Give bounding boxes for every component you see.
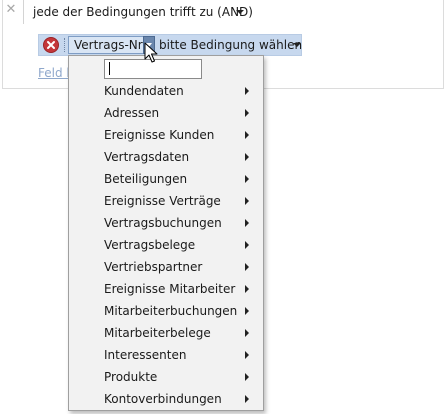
chevron-right-icon — [245, 285, 249, 293]
menu-item-label: Beteiligungen — [104, 172, 188, 186]
menu-item[interactable]: Ereignisse Mitarbeiter — [69, 278, 263, 300]
field-dropdown-menu: Kundendaten Adressen Ereignisse Kunden Vert… — [68, 55, 264, 411]
remove-condition-icon[interactable] — [43, 37, 59, 53]
chevron-down-icon[interactable] — [236, 10, 244, 14]
menu-search-input[interactable] — [104, 59, 202, 79]
menu-item[interactable]: Vertragsbelege — [69, 234, 263, 256]
menu-item[interactable]: Vertriebspartner — [69, 256, 263, 278]
menu-item[interactable]: Mitarbeiterbelege — [69, 322, 263, 344]
chevron-right-icon — [245, 87, 249, 95]
condition-row: Vertrags-Nr bitte Bedingung wählen — [38, 34, 302, 56]
filter-editor: ✕ jede der Bedingungen trifft zu (AND) V… — [0, 0, 446, 414]
menu-item-label: Mitarbeiterbelege — [104, 326, 211, 340]
menu-item[interactable]: Vertragsbuchungen — [69, 212, 263, 234]
menu-item-label: Interessenten — [104, 348, 187, 362]
menu-item-label: Mitarbeiterbuchungen — [104, 304, 238, 318]
drag-handle[interactable] — [64, 38, 67, 52]
chevron-right-icon — [245, 153, 249, 161]
chevron-right-icon — [245, 219, 249, 227]
add-field-link[interactable]: Feld hinzufügen — [38, 66, 68, 80]
chevron-down-icon — [146, 43, 152, 47]
menu-item[interactable]: Mitarbeiterbuchungen — [69, 300, 263, 322]
header-divider — [23, 0, 24, 24]
menu-item-label: Kundendaten — [104, 84, 184, 98]
condition-mode-label[interactable]: jede der Bedingungen trifft zu (AND) — [33, 5, 253, 19]
field-dropdown-button[interactable] — [143, 36, 155, 54]
menu-item-label: Ereignisse Kunden — [104, 128, 215, 142]
menu-item-label: Ereignisse Verträge — [104, 194, 221, 208]
menu-item-label: Kontoverbindungen — [104, 392, 222, 406]
menu-item[interactable]: Ereignisse Verträge — [69, 190, 263, 212]
chevron-right-icon — [245, 307, 249, 315]
menu-item[interactable]: Kundendaten — [69, 80, 263, 102]
chevron-right-icon — [245, 373, 249, 381]
text-caret — [109, 62, 110, 75]
field-selector[interactable]: Vertrags-Nr — [68, 36, 149, 54]
chevron-right-icon — [245, 131, 249, 139]
chevron-right-icon — [245, 329, 249, 337]
menu-item-label: Vertragsbuchungen — [104, 216, 222, 230]
menu-item[interactable]: Interessenten — [69, 344, 263, 366]
chevron-right-icon — [245, 395, 249, 403]
chevron-down-icon[interactable] — [293, 43, 301, 47]
chevron-right-icon — [245, 241, 249, 249]
menu-item[interactable]: Adressen — [69, 102, 263, 124]
menu-item[interactable]: Vertragsdaten — [69, 146, 263, 168]
menu-list: Kundendaten Adressen Ereignisse Kunden Vert… — [69, 80, 263, 410]
menu-item[interactable]: Kontoverbindungen — [69, 388, 263, 410]
close-icon[interactable]: ✕ — [4, 3, 18, 17]
menu-item-label: Vertragsdaten — [104, 150, 190, 164]
chevron-right-icon — [245, 175, 249, 183]
menu-item-label: Vertriebspartner — [104, 260, 203, 274]
filter-header: ✕ jede der Bedingungen trifft zu (AND) — [0, 0, 446, 24]
menu-item[interactable]: Ereignisse Kunden — [69, 124, 263, 146]
menu-item-label: Produkte — [104, 370, 158, 384]
chevron-right-icon — [245, 263, 249, 271]
menu-item[interactable]: Produkte — [69, 366, 263, 388]
chevron-right-icon — [245, 109, 249, 117]
menu-item[interactable]: Beteiligungen — [69, 168, 263, 190]
chevron-right-icon — [245, 351, 249, 359]
operator-select[interactable]: bitte Bedingung wählen — [159, 37, 302, 53]
menu-item-label: Adressen — [104, 106, 160, 120]
chevron-right-icon — [245, 197, 249, 205]
menu-item-label: Vertragsbelege — [104, 238, 196, 252]
menu-item-label: Ereignisse Mitarbeiter — [104, 282, 236, 296]
